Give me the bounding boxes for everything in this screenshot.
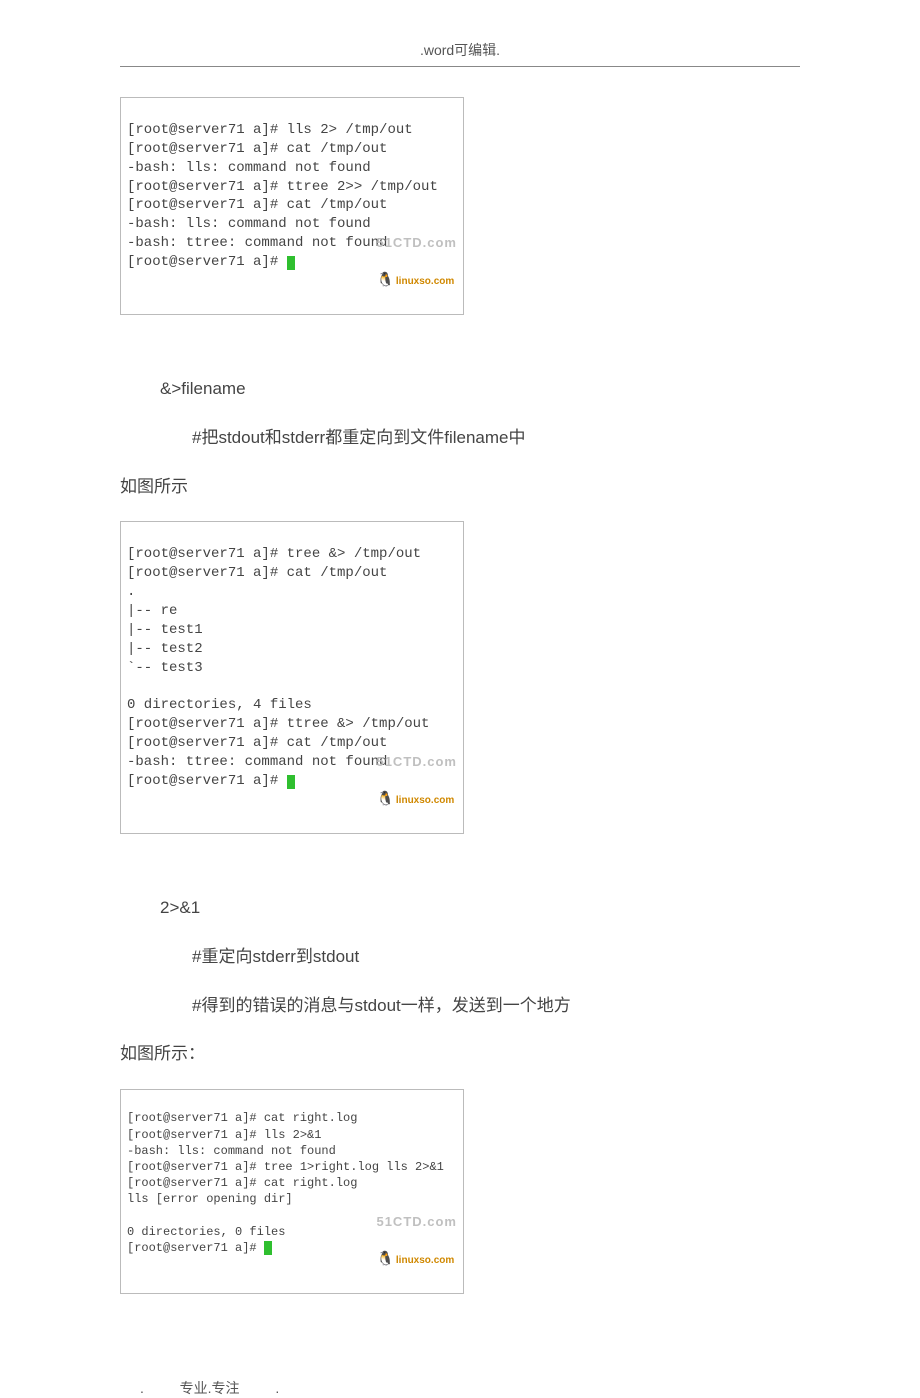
term2-line: [root@server71 a]# ttree &> /tmp/out [127, 716, 429, 732]
term1-line: [root@server71 a]# ttree 2>> /tmp/out [127, 179, 438, 195]
term1-line: [root@server71 a]# cat /tmp/out [127, 197, 387, 213]
term2-line: [root@server71 a]# cat /tmp/out [127, 565, 387, 581]
terminal-block-2: [root@server71 a]# tree &> /tmp/out [roo… [120, 521, 464, 833]
watermark-big: 51CTD.com [376, 755, 457, 769]
penguin-icon: 🐧 [376, 272, 393, 287]
watermark-small: linuxso.com [396, 276, 454, 287]
term3-line: [root@server71 a]# tree 1>right.log lls … [127, 1160, 444, 1174]
penguin-icon: 🐧 [376, 791, 393, 806]
term2-line: |-- test1 [127, 622, 203, 638]
term2-line: |-- test2 [127, 641, 203, 657]
penguin-icon: 🐧 [376, 1251, 393, 1266]
page-header: .word可编辑. [120, 0, 800, 67]
page-content: [root@server71 a]# lls 2> /tmp/out [root… [0, 67, 920, 1308]
term1-line: [root@server71 a]# [127, 254, 287, 270]
term3-line: lls [error opening dir] [127, 1192, 293, 1206]
term2-line: |-- re [127, 603, 177, 619]
cursor-icon [287, 775, 295, 789]
term2-line: -bash: ttree: command not found [127, 754, 387, 770]
term2-line: [root@server71 a]# [127, 773, 287, 789]
watermark-big: 51CTD.com [376, 236, 457, 250]
text-error-msg-same: #得到的错误的消息与stdout一样，发送到一个地方 [192, 992, 800, 1021]
text-redirect-stderr: #重定向stderr到stdout [192, 943, 800, 972]
term2-line: 0 directories, 4 files [127, 697, 312, 713]
header-title: .word可编辑. [420, 42, 500, 58]
text-as-shown-2: 如图所示： [120, 1040, 800, 1069]
watermark-small: linuxso.com [396, 1255, 454, 1266]
term1-line: -bash: lls: command not found [127, 160, 371, 176]
watermark: 51CTD.com 🐧linuxso.com [376, 214, 457, 310]
term2-line: . [127, 584, 135, 600]
footer-dot-left: . [140, 1380, 144, 1396]
term1-line: [root@server71 a]# lls 2> /tmp/out [127, 122, 413, 138]
term1-line: [root@server71 a]# cat /tmp/out [127, 141, 387, 157]
term3-line: [root@server71 a]# lls 2>&1 [127, 1128, 321, 1142]
footer-text: 专业.专注 [180, 1380, 240, 1396]
watermark-small: linuxso.com [396, 795, 454, 806]
term3-line: 0 directories, 0 files [127, 1225, 285, 1239]
term3-line: [root@server71 a]# cat right.log [127, 1111, 357, 1125]
terminal-block-1: [root@server71 a]# lls 2> /tmp/out [root… [120, 97, 464, 315]
term3-line: -bash: lls: command not found [127, 1144, 336, 1158]
text-2-amp-1: 2>&1 [160, 894, 800, 923]
page-footer: . 专业.专注 . [0, 1378, 920, 1398]
term3-line: [root@server71 a]# [127, 1241, 264, 1255]
page-root: .word可编辑. [root@server71 a]# lls 2> /tmp… [0, 0, 920, 1398]
term2-line: [root@server71 a]# tree &> /tmp/out [127, 546, 421, 562]
watermark-big: 51CTD.com [376, 1215, 457, 1229]
term3-line: [root@server71 a]# cat right.log [127, 1176, 357, 1190]
text-amp-filename: &>filename [160, 375, 800, 404]
term2-line: `-- test3 [127, 660, 203, 676]
watermark: 51CTD.com 🐧linuxso.com [376, 1193, 457, 1289]
cursor-icon [264, 1241, 272, 1255]
terminal-block-3: [root@server71 a]# cat right.log [root@s… [120, 1089, 464, 1293]
term1-line: -bash: lls: command not found [127, 216, 371, 232]
term1-line: -bash: ttree: command not found [127, 235, 387, 251]
text-redirect-both: #把stdout和stderr都重定向到文件filename中 [192, 424, 800, 453]
footer-dot-right: . [275, 1380, 279, 1396]
text-as-shown-1: 如图所示 [120, 473, 800, 502]
watermark: 51CTD.com 🐧linuxso.com [376, 733, 457, 829]
cursor-icon [287, 256, 295, 270]
term2-line: [root@server71 a]# cat /tmp/out [127, 735, 387, 751]
